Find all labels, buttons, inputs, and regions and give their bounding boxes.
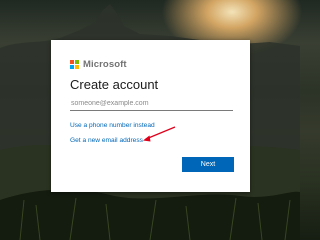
microsoft-logo-icon bbox=[70, 60, 79, 69]
microsoft-logo: Microsoft bbox=[70, 59, 127, 70]
email-input[interactable] bbox=[70, 96, 233, 111]
get-new-email-link[interactable]: Get a new email address bbox=[70, 137, 143, 144]
next-button[interactable]: Next bbox=[182, 157, 234, 172]
create-account-dialog: Microsoft Create account Use a phone num… bbox=[51, 40, 250, 192]
use-phone-number-link[interactable]: Use a phone number instead bbox=[70, 122, 155, 129]
brand-name: Microsoft bbox=[83, 59, 127, 70]
page-title: Create account bbox=[70, 77, 159, 92]
